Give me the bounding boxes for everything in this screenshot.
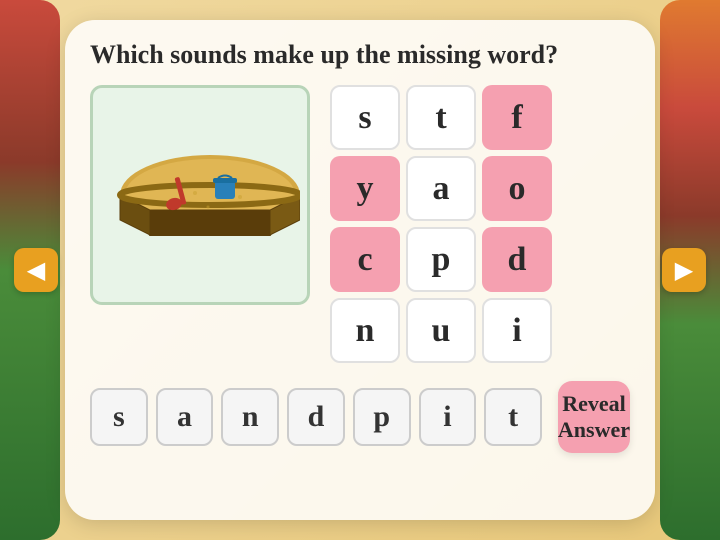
letter-grid: s t f y a o c p d n u i [330, 85, 552, 363]
reveal-answer-button[interactable]: Reveal Answer [558, 381, 630, 453]
answer-letter-6[interactable]: i [419, 388, 477, 446]
grid-cell-p[interactable]: p [406, 227, 476, 292]
grid-cell-o[interactable]: o [482, 156, 552, 221]
main-card: Which sounds make up the missing word? [65, 20, 655, 520]
grid-cell-c[interactable]: c [330, 227, 400, 292]
grid-cell-s[interactable]: s [330, 85, 400, 150]
grid-cell-d[interactable]: d [482, 227, 552, 292]
answer-letter-2[interactable]: a [156, 388, 214, 446]
bottom-row: s a n d p i t Reveal Answer [90, 381, 630, 453]
grid-cell-i[interactable]: i [482, 298, 552, 363]
question-text: Which sounds make up the missing word? [90, 40, 630, 70]
grid-cell-f[interactable]: f [482, 85, 552, 150]
sandpit-illustration [100, 105, 300, 285]
grid-cell-t[interactable]: t [406, 85, 476, 150]
answer-letter-5[interactable]: p [353, 388, 411, 446]
image-box [90, 85, 310, 305]
grid-cell-n[interactable]: n [330, 298, 400, 363]
content-area: s t f y a o c p d n u i [90, 85, 630, 363]
grid-cell-a[interactable]: a [406, 156, 476, 221]
answer-letter-4[interactable]: d [287, 388, 345, 446]
answer-letter-1[interactable]: s [90, 388, 148, 446]
next-button[interactable]: ▶ [662, 248, 706, 292]
grid-cell-u[interactable]: u [406, 298, 476, 363]
grid-cell-y[interactable]: y [330, 156, 400, 221]
answer-letter-3[interactable]: n [221, 388, 279, 446]
prev-button[interactable]: ◀ [14, 248, 58, 292]
answer-letter-7[interactable]: t [484, 388, 542, 446]
